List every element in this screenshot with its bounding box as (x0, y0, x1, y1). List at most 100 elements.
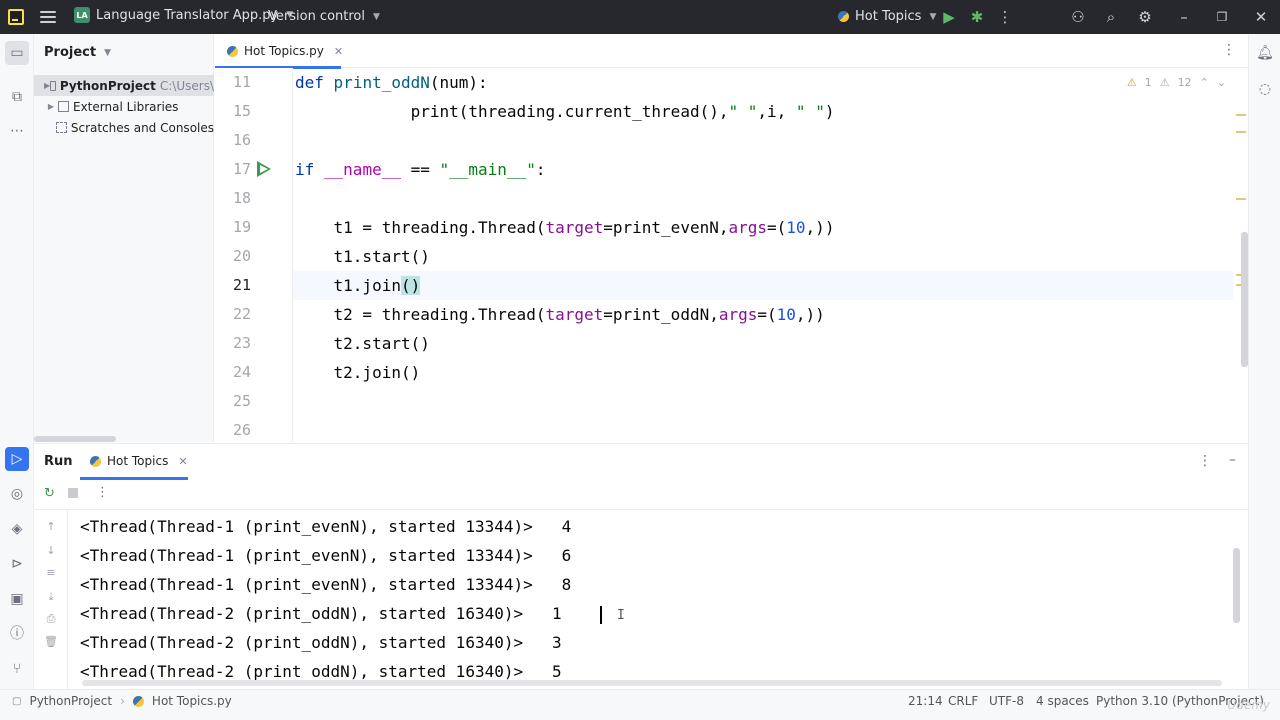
line-number: 20 (232, 247, 251, 265)
stop-icon[interactable] (68, 488, 78, 498)
watermark: Udemy (1227, 698, 1270, 712)
app-logo-icon[interactable] (8, 9, 24, 25)
code-line[interactable]: t1 = threading.Thread(target=print_evenN… (293, 213, 1233, 242)
tree-item-scratches[interactable]: Scratches and Consoles (34, 117, 214, 138)
console-line: <Thread(Thread-2 (print_oddN), started 1… (80, 633, 562, 652)
print-icon[interactable]: ⎙ (44, 612, 58, 626)
line-number: 17 (232, 160, 251, 178)
more-icon[interactable]: ⋮ (1198, 453, 1212, 469)
indent-setting[interactable]: 4 spaces (1036, 694, 1089, 708)
more-icon[interactable]: ⋮ (96, 485, 109, 500)
tree-item-python-project[interactable]: ▶ PythonProject C:\Users\ (34, 75, 214, 96)
clear-all-icon[interactable]: 🗑︎ (44, 635, 58, 648)
line-number: 18 (232, 189, 251, 207)
more-tools-icon[interactable]: ⋯ (8, 122, 26, 140)
tree-item-path: C:\Users\ (159, 78, 214, 93)
console-output[interactable]: <Thread(Thread-1 (print_evenN), started … (80, 510, 1230, 680)
project-selector[interactable]: LA Language Translator App.py ▼ (74, 7, 293, 23)
run-gutter-icon[interactable] (257, 161, 271, 177)
error-stripe-mark[interactable] (1236, 198, 1246, 200)
more-icon[interactable]: ⋮ (996, 8, 1014, 26)
tree-item-external-libraries[interactable]: ▶ External Libraries (34, 96, 214, 117)
code-line[interactable]: print(threading.current_thread()," ",i, … (293, 97, 1233, 126)
error-stripe-mark[interactable] (1236, 131, 1246, 133)
code-line[interactable] (293, 126, 1233, 155)
run-icon[interactable]: ▶ (940, 8, 958, 26)
code-text: t1.join() (295, 276, 421, 295)
error-stripe-mark[interactable] (1236, 114, 1246, 116)
horizontal-scrollbar[interactable] (82, 680, 1222, 686)
code-line[interactable]: t2.start() (293, 329, 1233, 358)
close-icon[interactable]: ✕ (1252, 8, 1270, 26)
console-line: <Thread(Thread-2 (print_oddN), started 1… (80, 604, 562, 623)
hide-panel-icon[interactable]: – (1229, 452, 1236, 468)
python-console-icon[interactable]: ◎ (8, 485, 26, 503)
scroll-up-icon[interactable]: ↑ (44, 520, 58, 533)
code-text: t2.start() (295, 334, 430, 353)
vertical-scrollbar[interactable] (1241, 232, 1248, 367)
text-caret (600, 606, 602, 624)
code-line[interactable]: t2.join() (293, 358, 1233, 387)
debug-icon[interactable]: ✱ (968, 8, 986, 26)
scroll-to-end-icon[interactable]: ⤓ (44, 590, 58, 604)
project-tool-icon[interactable]: ▭ (5, 41, 29, 65)
minimize-icon[interactable]: – (1175, 8, 1193, 26)
code-line[interactable] (293, 387, 1233, 416)
services-icon[interactable]: ⊳ (8, 555, 26, 573)
project-panel-header[interactable]: Project ▼ (44, 45, 111, 60)
run-panel: Run Hot Topics ✕ ⋮ – ↻ ⋮ ↑ ↓ ≡ ⤓ ⎙ 🗑︎ <T… (34, 443, 1248, 690)
code-line[interactable]: t2 = threading.Thread(target=print_oddN,… (293, 300, 1233, 329)
hamburger-menu-icon[interactable] (40, 9, 56, 25)
line-separator[interactable]: CRLF (948, 694, 978, 708)
scroll-down-icon[interactable]: ↓ (44, 544, 58, 557)
code-line[interactable]: if __name__ == "__main__": (293, 155, 1233, 184)
rerun-icon[interactable]: ↻ (44, 486, 55, 501)
layers-icon[interactable]: ◈ (8, 520, 26, 538)
code-line[interactable] (293, 184, 1233, 213)
code-text: t1.start() (295, 247, 430, 266)
python-file-icon (838, 11, 849, 22)
run-config-selector[interactable]: Hot Topics ▼ (838, 9, 936, 24)
close-tab-icon[interactable]: ✕ (178, 455, 187, 468)
line-number: 16 (232, 131, 251, 149)
caret-position[interactable]: 21:14 (908, 694, 943, 708)
line-number: 15 (232, 102, 251, 120)
line-number: 25 (232, 392, 251, 410)
breadcrumb-file[interactable]: Hot Topics.py (152, 694, 232, 708)
code-line[interactable]: def print_oddN(num): (293, 68, 1233, 97)
terminal-icon[interactable]: ▣ (8, 590, 26, 608)
python-file-icon (132, 695, 144, 707)
code-line[interactable] (293, 416, 1233, 442)
run-tab-hot-topics[interactable]: Hot Topics ✕ (90, 454, 188, 468)
ibeam-cursor-icon: I (617, 608, 625, 623)
horizontal-scrollbar[interactable] (34, 436, 116, 442)
run-tab-label: Hot Topics (107, 454, 169, 468)
vertical-scrollbar[interactable] (1233, 548, 1240, 623)
search-icon[interactable]: ⌕ (1102, 8, 1120, 26)
code-line[interactable]: t1.join() (293, 271, 1233, 300)
run-config-label: Hot Topics (855, 9, 922, 24)
problems-icon[interactable]: ⓘ (8, 625, 26, 643)
line-number: 11 (232, 73, 251, 91)
code-text: t1 = threading.Thread(target=print_evenN… (295, 218, 835, 237)
code-line[interactable]: t1.start() (293, 242, 1233, 271)
expand-arrow-icon[interactable]: ▶ (44, 102, 58, 111)
structure-icon[interactable]: ⧉ (8, 88, 26, 106)
file-encoding[interactable]: UTF-8 (989, 694, 1024, 708)
run-tool-icon[interactable]: ▷ (5, 447, 29, 471)
code-area[interactable]: def print_oddN(num): print(threading.cur… (293, 68, 1233, 442)
breadcrumb-project[interactable]: PythonProject (29, 694, 112, 708)
git-icon[interactable]: ⑂ (8, 660, 26, 678)
more-icon[interactable]: ⋮ (1222, 42, 1236, 58)
console-line: <Thread(Thread-2 (print_oddN), started 1… (80, 662, 562, 680)
soft-wrap-icon[interactable]: ≡ (44, 566, 58, 579)
notifications-icon[interactable]: 🔔︎ (1256, 44, 1274, 62)
line-number: 19 (232, 218, 251, 236)
ai-assistant-icon[interactable]: ◌ (1256, 80, 1274, 98)
maximize-icon[interactable]: ❐ (1213, 8, 1231, 26)
close-tab-icon[interactable]: ✕ (334, 45, 343, 58)
settings-icon[interactable]: ⚙ (1136, 8, 1154, 26)
tab-hot-topics[interactable]: Hot Topics.py ✕ (215, 34, 355, 69)
version-control-menu[interactable]: Version control ▼ (268, 9, 380, 24)
add-user-icon[interactable]: ⚇ (1069, 8, 1087, 26)
